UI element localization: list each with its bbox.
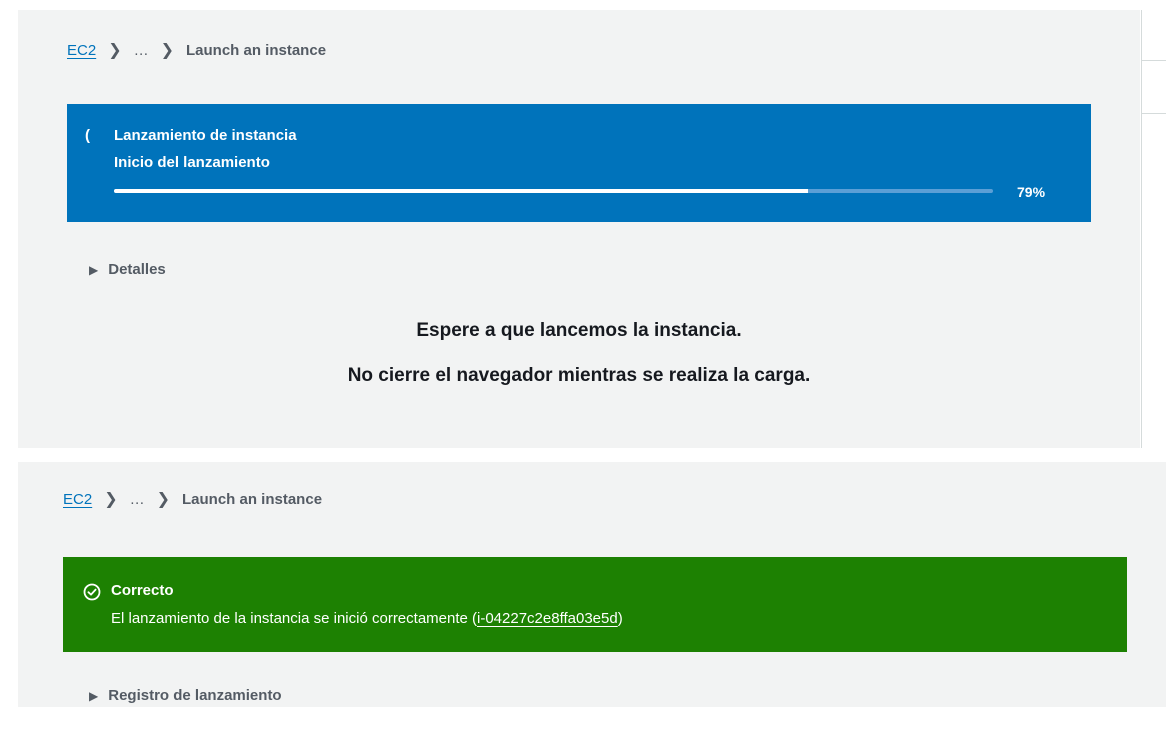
waiting-warning: No cierre el navegador mientras se reali… bbox=[347, 365, 811, 386]
instance-id-link[interactable]: i-04227c2e8ffa03e5d bbox=[477, 610, 618, 627]
flash-subtitle: Inicio del lanzamiento bbox=[114, 154, 270, 171]
success-message-suffix: ) bbox=[617, 610, 623, 627]
launch-log-label: Registro de lanzamiento bbox=[108, 687, 282, 704]
chevron-right-icon: ❯ bbox=[160, 42, 174, 59]
success-message: El lanzamiento de la instancia se inició… bbox=[111, 610, 623, 627]
launch-progress-flash: ( Lanzamiento de instancia Inicio del la… bbox=[67, 104, 1091, 222]
breadcrumb-ellipsis[interactable]: … bbox=[130, 491, 145, 508]
chevron-right-icon: ❯ bbox=[104, 491, 118, 508]
breadcrumb-current: Launch an instance bbox=[182, 490, 323, 508]
success-title: Correcto bbox=[111, 582, 174, 599]
breadcrumb-ec2-link[interactable]: EC2 bbox=[67, 42, 96, 59]
success-flash: Correcto El lanzamiento de la instancia … bbox=[63, 557, 1127, 652]
breadcrumb: EC2 ❯ … ❯ Launch an instance bbox=[63, 489, 322, 509]
details-label: Detalles bbox=[108, 261, 166, 278]
panel-divider-tick bbox=[1142, 113, 1166, 114]
progress-bar-fill bbox=[114, 189, 809, 193]
progress-percent: 79% bbox=[1017, 184, 1046, 200]
breadcrumb-ellipsis[interactable]: … bbox=[134, 42, 149, 59]
breadcrumb: EC2 ❯ … ❯ Launch an instance bbox=[67, 40, 326, 60]
caret-right-icon: ▶ bbox=[89, 688, 99, 703]
waiting-message: Espere a que lancemos la instancia. bbox=[416, 320, 742, 341]
breadcrumb-ec2-link[interactable]: EC2 bbox=[63, 491, 92, 508]
caret-right-icon: ▶ bbox=[89, 262, 99, 277]
chevron-right-icon: ❯ bbox=[156, 491, 170, 508]
launch-log-expander[interactable]: ▶ Registro de lanzamiento bbox=[89, 687, 282, 704]
progress-bar bbox=[114, 189, 993, 193]
spinner-icon: ( bbox=[85, 127, 90, 144]
breadcrumb-current: Launch an instance bbox=[186, 41, 327, 59]
panel-divider bbox=[1141, 10, 1142, 448]
check-circle-icon bbox=[83, 583, 101, 601]
details-expander[interactable]: ▶ Detalles bbox=[89, 261, 166, 278]
chevron-right-icon: ❯ bbox=[108, 42, 122, 59]
success-message-prefix: El lanzamiento de la instancia se inició… bbox=[111, 610, 478, 627]
panel-divider-tick bbox=[1142, 60, 1166, 61]
flash-title: Lanzamiento de instancia bbox=[114, 127, 297, 144]
